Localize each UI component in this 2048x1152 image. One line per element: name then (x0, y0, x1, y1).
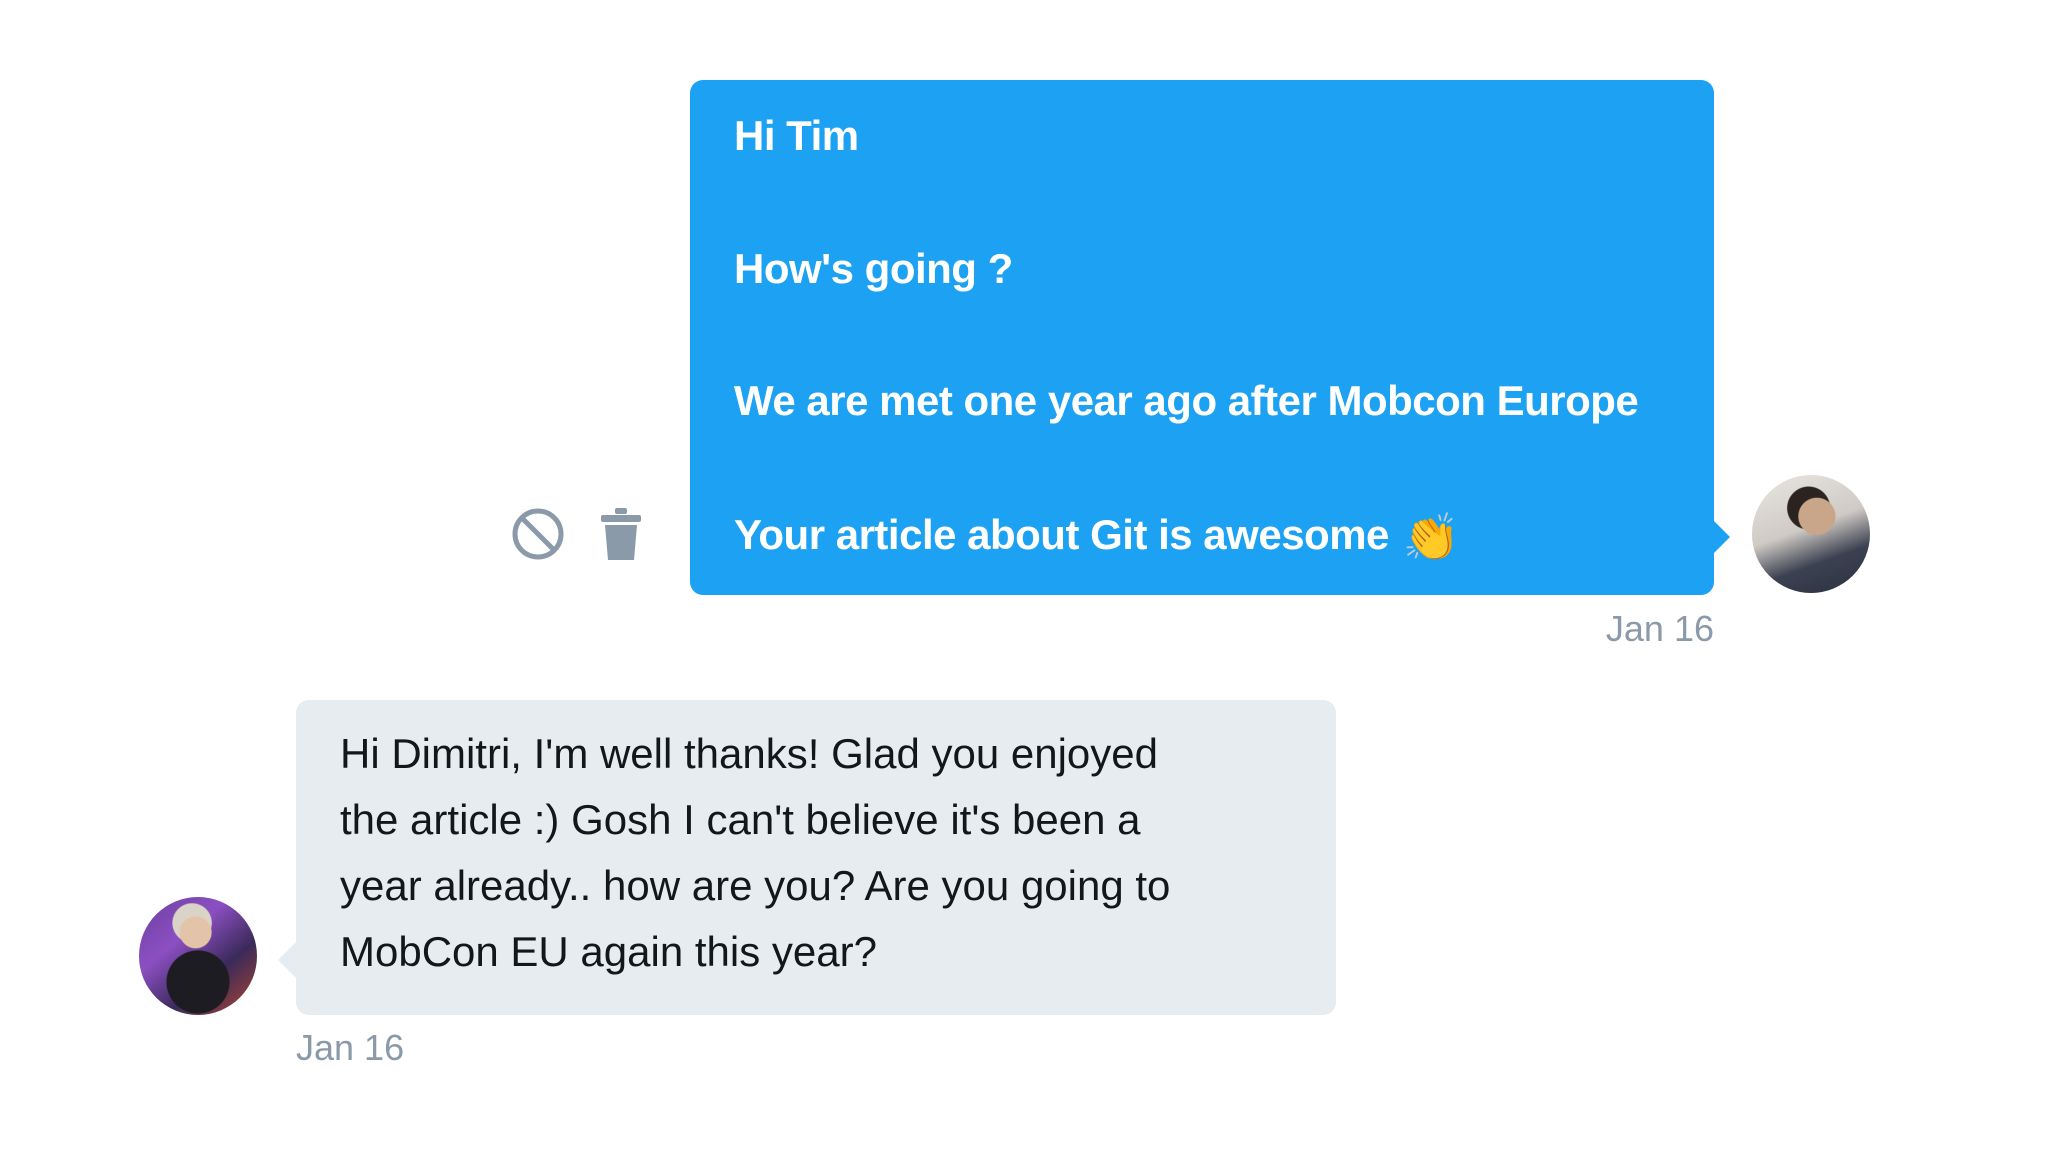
sent-message-line: Your article about Git is awesome 👏 (734, 510, 1460, 565)
sent-timestamp: Jan 16 (1605, 608, 1714, 649)
block-icon[interactable] (510, 506, 566, 562)
trash-icon[interactable] (598, 506, 644, 562)
sent-message-line: How's going ? (734, 245, 1013, 292)
sent-message-bubble[interactable]: Hi Tim How's going ? We are met one year… (690, 80, 1714, 595)
sent-bubble-tail (1712, 519, 1730, 555)
sent-message-line: Hi Tim (734, 112, 859, 159)
dm-conversation: Hi Tim How's going ? We are met one year… (0, 0, 2048, 1152)
received-timestamp: Jan 16 (296, 1027, 405, 1068)
received-message-line: Hi Dimitri, I'm well thanks! Glad you en… (340, 730, 1158, 777)
recipient-avatar[interactable] (139, 897, 257, 1015)
clapping-hands-icon: 👏 (1402, 511, 1460, 563)
received-bubble-tail (278, 942, 296, 978)
sender-avatar[interactable] (1752, 475, 1870, 593)
sent-message-text: Your article about Git is awesome (734, 511, 1389, 558)
sent-message-line: We are met one year ago after Mobcon Eur… (734, 377, 1639, 424)
received-message-bubble[interactable]: Hi Dimitri, I'm well thanks! Glad you en… (296, 700, 1336, 1015)
received-message-line: the article :) Gosh I can't believe it's… (340, 796, 1141, 843)
received-message-line: MobCon EU again this year? (340, 928, 877, 975)
received-message-line: year already.. how are you? Are you goin… (340, 862, 1171, 909)
